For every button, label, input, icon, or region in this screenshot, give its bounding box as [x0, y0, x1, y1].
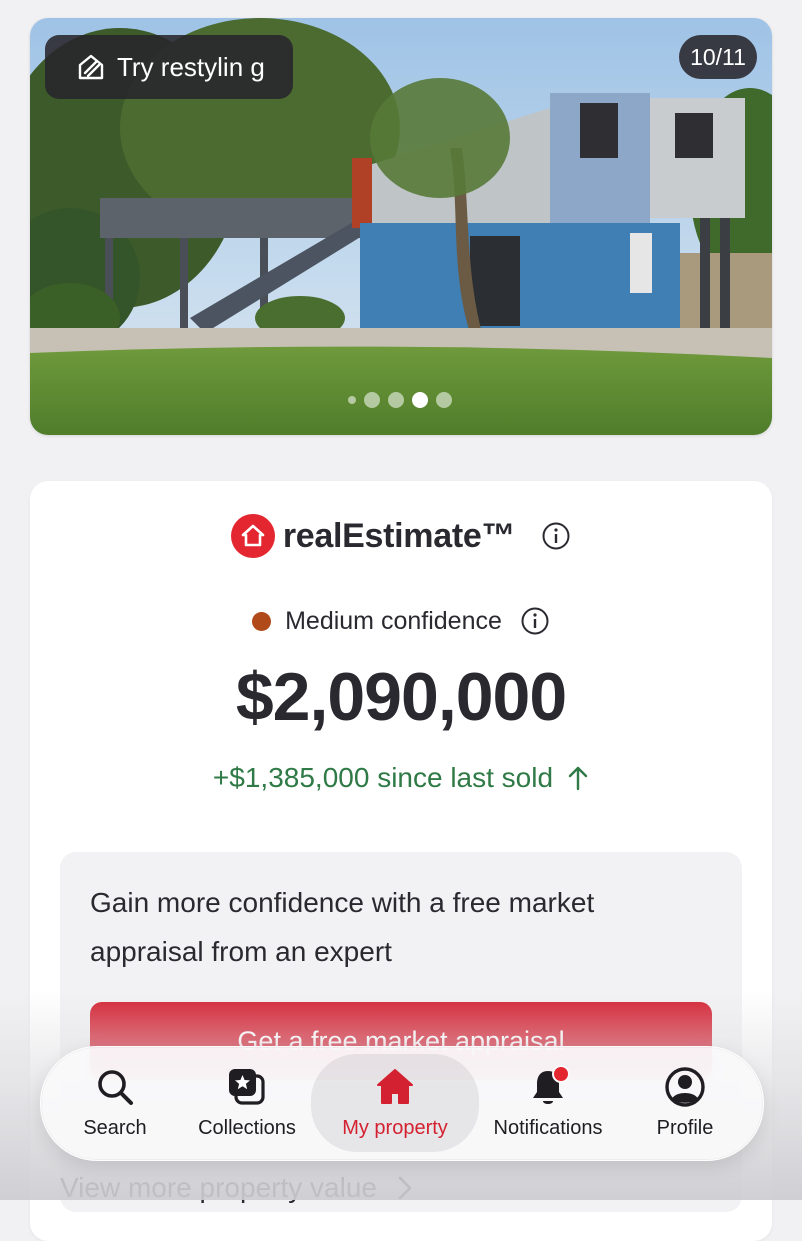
home-icon [374, 1063, 416, 1111]
pagination-dot [436, 392, 452, 408]
tab-profile-label: Profile [656, 1117, 714, 1139]
pagination-dot [388, 392, 404, 408]
tab-search[interactable]: Search [64, 1054, 166, 1152]
brand-name: realEstimate™ [282, 516, 516, 555]
appraisal-text: Gain more confidence with a free market … [90, 887, 595, 967]
try-restyling-button[interactable]: Try restylin g [45, 35, 293, 99]
tab-collections-label: Collections [198, 1117, 296, 1139]
confidence-row: Medium confidence [30, 601, 772, 641]
arrow-up-icon [567, 765, 589, 791]
profile-icon [664, 1063, 706, 1111]
chevron-right-icon [397, 1175, 413, 1201]
tab-my-property-label: My property [342, 1117, 448, 1139]
info-icon[interactable] [541, 521, 571, 551]
pagination-dot-active [412, 392, 428, 408]
price-change-label: +$1,385,000 since last sold [212, 762, 554, 793]
notification-badge [552, 1065, 570, 1083]
search-icon [95, 1063, 135, 1111]
tab-profile[interactable]: Profile [640, 1054, 730, 1152]
view-more-link[interactable]: View more property value [60, 1172, 413, 1204]
pagination-dot [348, 396, 356, 404]
tab-search-label: Search [83, 1117, 147, 1139]
bell-icon [528, 1063, 570, 1111]
tab-notifications-label: Notifications [493, 1117, 603, 1139]
restyle-icon [77, 53, 105, 81]
view-more-label: View more property value [60, 1172, 377, 1203]
tab-collections[interactable]: Collections [186, 1054, 308, 1152]
collections-icon [226, 1063, 268, 1111]
pagination-dot [364, 392, 380, 408]
tab-my-property[interactable]: My property [311, 1054, 479, 1152]
tab-notifications[interactable]: Notifications [484, 1054, 612, 1152]
price-change: +$1,385,000 since last sold [30, 762, 772, 794]
confidence-label: Medium confidence [285, 606, 502, 635]
photo-pagination-dots [348, 392, 452, 408]
confidence-indicator [252, 611, 272, 631]
estimated-price: $2,090,000 [235, 659, 567, 735]
confidence-info-icon[interactable] [520, 606, 550, 636]
try-restyling-label: Try restylin g [117, 51, 265, 82]
brand-row: realEstimate™ [30, 511, 772, 561]
photo-counter: 10/11 [679, 35, 757, 79]
realestimate-logo-icon [230, 514, 275, 558]
